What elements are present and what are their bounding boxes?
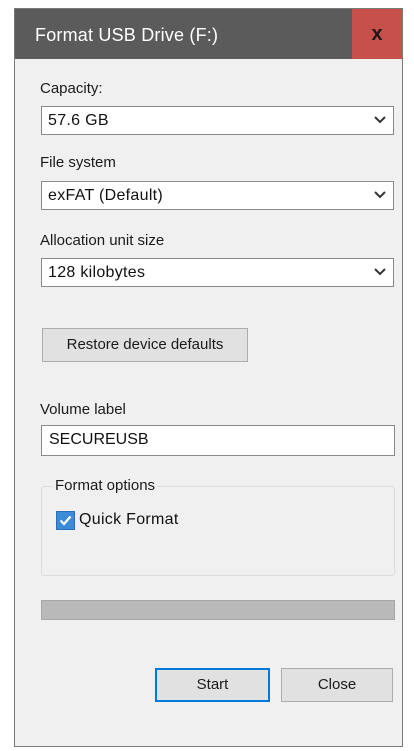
quick-format-label[interactable]: Quick Format — [79, 511, 179, 529]
volume-label-label: Volume label — [40, 401, 126, 418]
close-window-button[interactable]: x — [352, 9, 402, 59]
title-bar[interactable]: Format USB Drive (F:) x — [15, 9, 402, 59]
file-system-dropdown[interactable]: exFAT (Default) — [41, 181, 394, 210]
quick-format-checkbox[interactable] — [56, 511, 75, 530]
format-dialog: Format USB Drive (F:) x Capacity: 57.6 G… — [14, 8, 403, 747]
capacity-dropdown[interactable]: 57.6 GB — [41, 106, 394, 135]
format-options-legend: Format options — [53, 477, 158, 494]
allocation-value: 128 kilobytes — [48, 264, 146, 281]
volume-label-input[interactable] — [42, 426, 379, 454]
close-icon: x — [371, 23, 383, 45]
window-title: Format USB Drive (F:) — [35, 25, 219, 45]
allocation-dropdown[interactable]: 128 kilobytes — [41, 258, 394, 287]
file-system-label: File system — [40, 154, 116, 171]
format-options-group: Format options Quick Format — [41, 477, 395, 576]
checkmark-icon — [59, 515, 72, 526]
progress-bar — [41, 600, 395, 620]
volume-label-field[interactable] — [41, 425, 395, 456]
restore-defaults-button[interactable]: Restore device defaults — [42, 328, 248, 362]
chevron-down-icon — [374, 116, 386, 124]
capacity-label: Capacity: — [40, 80, 103, 97]
close-button[interactable]: Close — [281, 668, 393, 702]
start-button[interactable]: Start — [155, 668, 270, 702]
capacity-value: 57.6 GB — [48, 112, 109, 129]
chevron-down-icon — [374, 268, 386, 276]
chevron-down-icon — [374, 191, 386, 199]
allocation-label: Allocation unit size — [40, 232, 165, 249]
file-system-value: exFAT (Default) — [48, 187, 164, 204]
